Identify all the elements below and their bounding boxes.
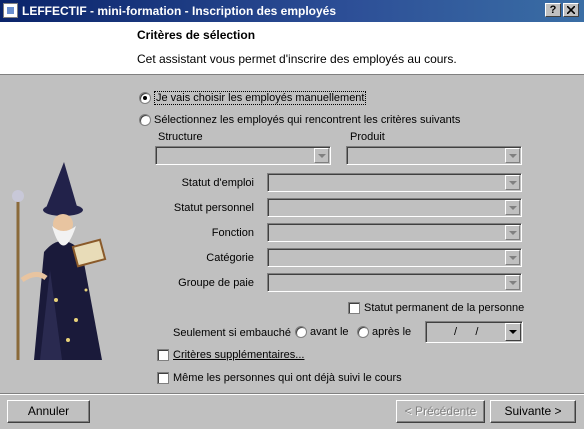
- groupe-paie-select[interactable]: [267, 273, 522, 292]
- after-option[interactable]: après le: [357, 326, 411, 338]
- manual-radio[interactable]: [139, 92, 151, 104]
- chevron-down-icon: [505, 175, 520, 190]
- chevron-down-icon: [505, 148, 520, 163]
- app-icon: [3, 3, 18, 18]
- structure-label: Structure: [158, 131, 203, 143]
- title-bar[interactable]: LEFFECTIF - mini-formation - Inscription…: [0, 0, 584, 22]
- page-description: Cet assistant vous permet d'inscrire des…: [137, 52, 457, 66]
- help-button[interactable]: ?: [545, 3, 561, 17]
- already-followed-label: Même les personnes qui ont déjà suivi le…: [173, 372, 402, 384]
- after-label: après le: [372, 326, 412, 338]
- permanent-status-label: Statut permanent de la personne: [364, 302, 525, 314]
- statut-personnel-select[interactable]: [267, 198, 522, 217]
- before-option[interactable]: avant le: [295, 326, 349, 338]
- chevron-down-icon: [505, 225, 520, 240]
- hire-date-value: / /: [454, 326, 479, 338]
- structure-select[interactable]: [155, 146, 331, 165]
- manual-option[interactable]: Je vais choisir les employés manuellemen…: [139, 91, 367, 105]
- already-followed-option[interactable]: Même les personnes qui ont déjà suivi le…: [157, 372, 402, 384]
- hired-label: Seulement si embauché: [173, 327, 292, 339]
- wizard-window: LEFFECTIF - mini-formation - Inscription…: [0, 0, 584, 429]
- next-button[interactable]: Suivante >: [490, 400, 576, 423]
- manual-option-label: Je vais choisir les employés manuellemen…: [154, 91, 367, 105]
- cancel-button[interactable]: Annuler: [7, 400, 90, 423]
- already-followed-checkbox[interactable]: [157, 372, 169, 384]
- categorie-label: Catégorie: [206, 252, 254, 264]
- extra-criteria-option[interactable]: Critères supplémentaires...: [157, 349, 304, 361]
- statut-personnel-label: Statut personnel: [173, 202, 254, 214]
- permanent-status-checkbox[interactable]: [348, 302, 360, 314]
- close-button[interactable]: [563, 3, 579, 17]
- statut-emploi-label: Statut d'emploi: [181, 177, 254, 189]
- wizard-illustration: [12, 162, 107, 360]
- groupe-paie-label: Groupe de paie: [178, 277, 254, 289]
- chevron-down-icon: [505, 275, 520, 290]
- chevron-down-icon[interactable]: [505, 323, 521, 341]
- extra-criteria-label: Critères supplémentaires...: [173, 349, 305, 361]
- chevron-down-icon: [505, 200, 520, 215]
- chevron-down-icon: [314, 148, 329, 163]
- chevron-down-icon: [505, 250, 520, 265]
- fonction-select[interactable]: [267, 223, 522, 242]
- before-label: avant le: [310, 326, 349, 338]
- criteria-radio[interactable]: [139, 114, 151, 126]
- categorie-select[interactable]: [267, 248, 522, 267]
- footer-divider: [0, 393, 584, 395]
- produit-label: Produit: [350, 131, 385, 143]
- extra-criteria-checkbox[interactable]: [157, 349, 169, 361]
- after-radio[interactable]: [357, 326, 369, 338]
- page-title: Critères de sélection: [137, 28, 256, 42]
- criteria-option[interactable]: Sélectionnez les employés qui rencontren…: [139, 114, 460, 126]
- fonction-label: Fonction: [211, 227, 254, 239]
- permanent-status-option[interactable]: Statut permanent de la personne: [348, 302, 524, 314]
- previous-button[interactable]: < Précédente: [396, 400, 485, 423]
- close-icon: [566, 5, 576, 15]
- hire-date-picker[interactable]: / /: [425, 321, 523, 343]
- wizard-header: Critères de sélection Cet assistant vous…: [0, 22, 584, 75]
- produit-select[interactable]: [346, 146, 522, 165]
- statut-emploi-select[interactable]: [267, 173, 522, 192]
- window-title: LEFFECTIF - mini-formation - Inscription…: [22, 4, 337, 18]
- criteria-option-label: Sélectionnez les employés qui rencontren…: [154, 114, 461, 126]
- before-radio[interactable]: [295, 326, 307, 338]
